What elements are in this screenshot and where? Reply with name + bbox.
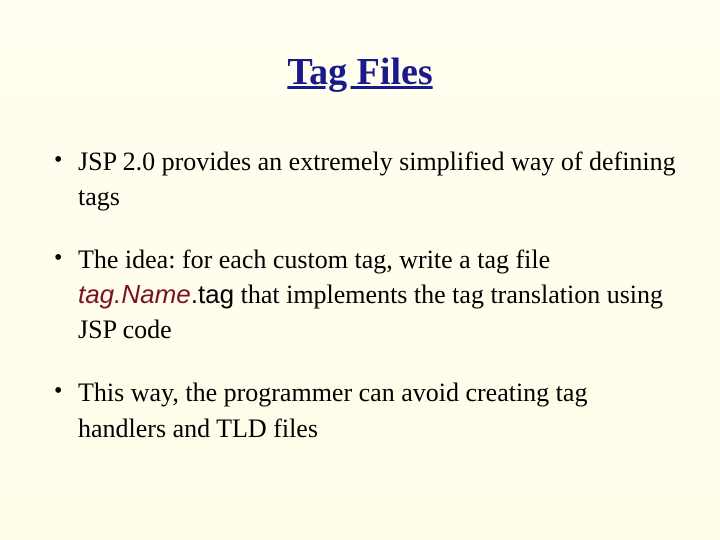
- list-item: The idea: for each custom tag, write a t…: [50, 242, 680, 347]
- list-item: This way, the programmer can avoid creat…: [50, 375, 680, 445]
- bullet-text: This way, the programmer can avoid creat…: [78, 378, 587, 442]
- bullet-text-pre: The idea: for each custom tag, write a t…: [78, 245, 550, 274]
- slide-title: Tag Files: [40, 50, 680, 94]
- tag-name-token: tag.Name: [78, 279, 191, 309]
- bullet-list: JSP 2.0 provides an extremely simplified…: [40, 144, 680, 446]
- tag-ext-token: .tag: [191, 279, 234, 309]
- slide: Tag Files JSP 2.0 provides an extremely …: [0, 0, 720, 540]
- list-item: JSP 2.0 provides an extremely simplified…: [50, 144, 680, 214]
- bullet-text: JSP 2.0 provides an extremely simplified…: [78, 147, 676, 211]
